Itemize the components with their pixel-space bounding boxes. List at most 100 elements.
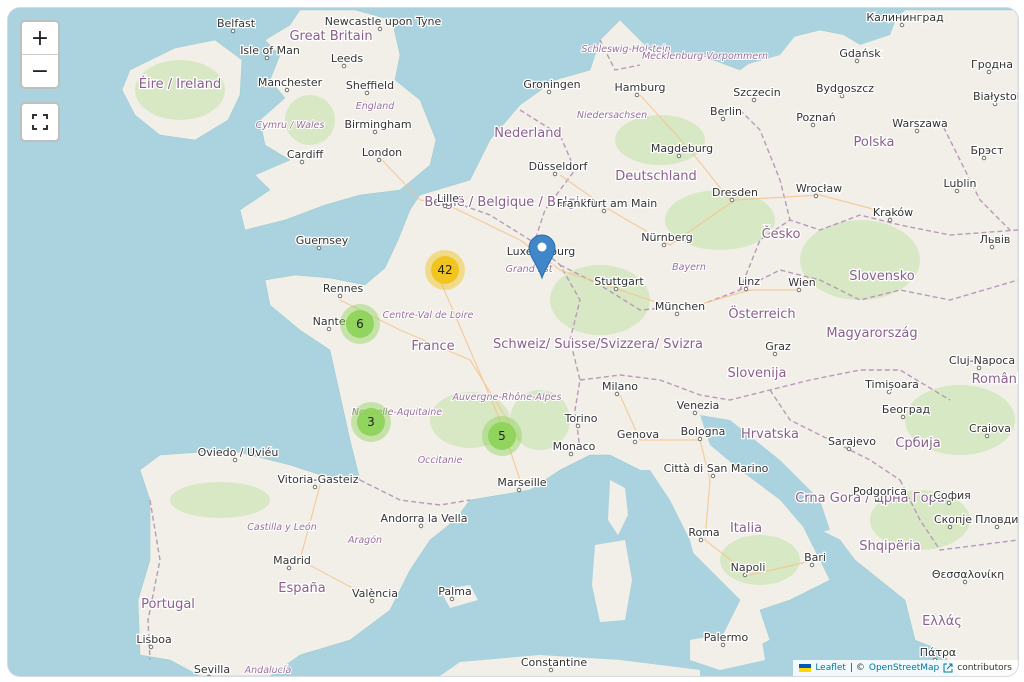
- city-label: Rennes: [323, 282, 364, 295]
- city-label: Wrocław: [796, 182, 842, 195]
- city-label: Groningen: [523, 78, 580, 91]
- country-label: España: [278, 581, 325, 596]
- country-label: France: [411, 339, 454, 354]
- city-label: Madrid: [273, 554, 311, 567]
- city-label: València: [352, 587, 398, 600]
- city-label: Sheffield: [346, 79, 394, 92]
- zoom-control: + −: [20, 20, 60, 89]
- country-label: Hrvatska: [741, 427, 799, 442]
- city-label: Białystok: [973, 90, 1018, 103]
- city-label: Lublin: [944, 177, 977, 190]
- region-label: Bayern: [672, 262, 706, 273]
- city-label: Napoli: [731, 561, 766, 574]
- city-label: Guernsey: [296, 234, 349, 247]
- city-label: Craiova: [969, 422, 1011, 435]
- attribution-contributors: contributors: [957, 663, 1012, 673]
- country-label: Éire / Ireland: [139, 76, 222, 92]
- city-label: Θεσσαλονίκη: [932, 568, 1004, 581]
- leaflet-link[interactable]: Leaflet: [815, 663, 846, 673]
- attribution-separator: | ©: [849, 663, 865, 673]
- marker-cluster[interactable]: 5: [482, 416, 522, 456]
- country-label: Polska: [854, 135, 895, 150]
- country-label: Česko: [762, 226, 801, 242]
- city-label: Sarajevo: [828, 435, 876, 448]
- marker-cluster[interactable]: 42: [425, 250, 465, 290]
- city-label: Manchester: [258, 76, 323, 89]
- country-label: Österreich: [728, 305, 795, 322]
- attribution: Leaflet | © OpenStreetMap contributors: [793, 660, 1018, 676]
- city-label: Sevilla: [194, 663, 230, 676]
- city-label: Linz: [738, 275, 760, 288]
- osm-link[interactable]: OpenStreetMap: [869, 663, 939, 673]
- city-label: Torino: [564, 412, 598, 425]
- country-label: Portugal: [141, 597, 195, 612]
- city-label: München: [655, 300, 705, 313]
- city-label: Lille: [437, 192, 459, 205]
- region-label: Andalucía: [244, 665, 292, 676]
- country-label: Nederland: [494, 126, 561, 141]
- city-label: Newcastle upon Tyne: [325, 15, 442, 28]
- city-label: Poznań: [796, 111, 835, 124]
- city-label: Скопје: [934, 513, 972, 526]
- fullscreen-button[interactable]: [20, 102, 60, 142]
- city-label: Cardiff: [287, 148, 324, 161]
- country-label: Slovensko: [849, 269, 915, 284]
- region-label: England: [356, 101, 396, 112]
- zoom-in-button[interactable]: +: [22, 22, 58, 54]
- city-label: Venezia: [677, 399, 720, 412]
- region-label: Centre-Val de Loire: [383, 310, 474, 321]
- city-label: Frankfurt am Main: [557, 197, 658, 210]
- city-label: Città di San Marino: [664, 462, 769, 475]
- city-label: Palma: [438, 585, 471, 598]
- city-label: Belfast: [217, 17, 256, 30]
- marker-cluster[interactable]: 3: [351, 402, 391, 442]
- city-label: Palermo: [704, 631, 749, 644]
- city-label: Vitoria-Gasteiz: [278, 473, 359, 486]
- city-label: Stuttgart: [594, 275, 644, 288]
- zoom-out-button[interactable]: −: [22, 54, 58, 87]
- city-label: Bydgoszcz: [816, 82, 874, 95]
- city-label: София: [933, 489, 971, 502]
- region-label: Castilla y León: [247, 522, 317, 533]
- marker-cluster[interactable]: 6: [340, 304, 380, 344]
- city-label: Πάτρα: [920, 646, 956, 659]
- city-label: Калининград: [866, 11, 944, 24]
- city-label: Гродна: [971, 58, 1013, 71]
- region-label: Aragón: [347, 535, 382, 546]
- city-label: Constantine: [521, 656, 587, 669]
- city-label: Milano: [602, 380, 638, 393]
- fullscreen-icon: [32, 114, 48, 130]
- city-label: Szczecin: [733, 86, 780, 99]
- city-label: Genova: [617, 428, 659, 441]
- cluster-count: 3: [367, 415, 375, 429]
- cluster-count: 6: [356, 317, 364, 331]
- city-label: Львів: [980, 233, 1011, 246]
- city-label: Roma: [688, 526, 719, 539]
- city-label: London: [362, 146, 402, 159]
- region-label: Occitanie: [418, 455, 463, 466]
- country-label: Schweiz/ Suisse/Svizzera/ Svizra: [493, 337, 703, 352]
- city-label: Dresden: [712, 186, 758, 199]
- region-label: Mecklenburg-Vorpommern: [642, 51, 768, 62]
- city-label: Kraków: [873, 206, 913, 219]
- city-label: Birmingham: [344, 118, 411, 131]
- city-label: Hamburg: [615, 81, 666, 94]
- city-label: Bari: [804, 551, 826, 564]
- ukraine-flag-icon: [799, 664, 812, 672]
- city-label: Berlin: [710, 105, 742, 118]
- map-container[interactable]: Éire / Ireland Great Britain Nederland Belg…: [8, 8, 1018, 676]
- city-label: Podgorica: [853, 485, 907, 498]
- country-label: Србија: [895, 436, 940, 451]
- country-label: Italia: [730, 521, 762, 536]
- city-label: Graz: [765, 340, 791, 353]
- city-label: Lisboa: [136, 633, 171, 646]
- map-tiles[interactable]: Éire / IrelandGreat BritainNederlandBelg…: [8, 8, 1018, 676]
- cluster-count: 5: [498, 429, 506, 443]
- city-label: Marseille: [497, 476, 546, 489]
- country-label: Slovenija: [728, 366, 787, 381]
- region-label: Niedersachsen: [577, 110, 647, 121]
- city-label: Monaco: [553, 440, 596, 453]
- city-label: Warszawa: [892, 117, 947, 130]
- region-label: Cymru / Wales: [256, 120, 325, 131]
- city-label: Timișoara: [864, 378, 919, 391]
